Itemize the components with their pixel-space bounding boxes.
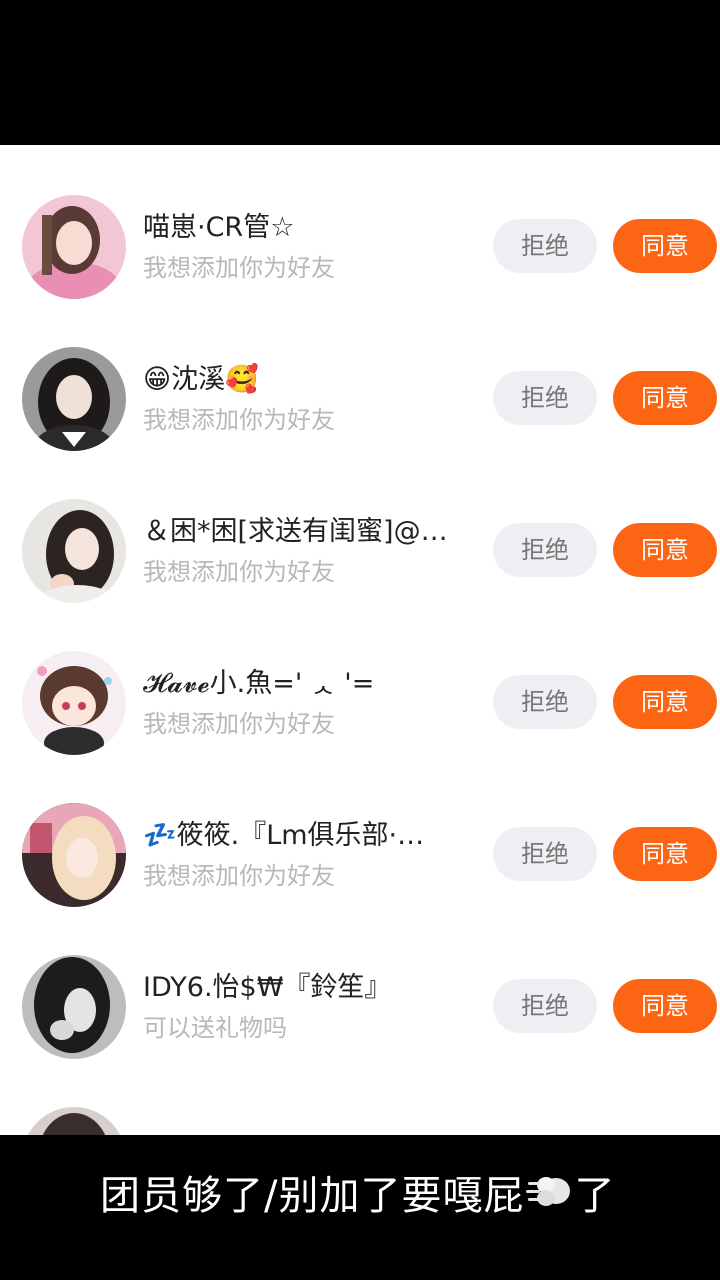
agree-button[interactable]: 同意: [613, 371, 717, 425]
request-message: 可以送礼物吗: [143, 1014, 287, 1042]
user-avatar[interactable]: [22, 347, 126, 451]
request-username: 😁沈溪🥰: [143, 364, 259, 395]
request-message: 我想添加你为好友: [143, 710, 335, 738]
user-avatar[interactable]: [22, 1107, 126, 1135]
top-black-bar: [0, 0, 720, 145]
caption-text: 团员够了/别加了要嘎屁: [100, 1173, 525, 1219]
friend-request-row: 😁沈溪🥰 我想添加你为好友 拒绝 同意: [0, 347, 720, 499]
request-message: 我想添加你为好友: [143, 406, 335, 434]
video-caption-bar: 团员够了/别加了要嘎屁 了: [0, 1135, 720, 1280]
request-message: 我想添加你为好友: [143, 254, 335, 282]
dash-puff-icon: [526, 1167, 572, 1229]
video-caption: 团员够了/别加了要嘎屁 了: [100, 1165, 615, 1229]
reject-button[interactable]: 拒绝: [493, 675, 597, 729]
caption-text-end: 了: [574, 1173, 616, 1219]
reject-button[interactable]: 拒绝: [493, 371, 597, 425]
friend-request-row: IDY6.怡$₩『鈴笙』 可以送礼物吗 拒绝 同意: [0, 955, 720, 1107]
agree-button[interactable]: 同意: [613, 979, 717, 1033]
request-username: ＆困*困[求送有闺蜜]@…: [143, 516, 448, 547]
user-avatar[interactable]: [22, 803, 126, 907]
request-message: 我想添加你为好友: [143, 558, 335, 586]
agree-button[interactable]: 同意: [613, 523, 717, 577]
friend-request-row: 𝓗𝓪𝓿𝓮小.魚=' ᆺ '= 我想添加你为好友 拒绝 同意: [0, 651, 720, 803]
reject-button[interactable]: 拒绝: [493, 827, 597, 881]
request-username: IDY6.怡$₩『鈴笙』: [143, 972, 392, 1003]
user-avatar[interactable]: [22, 499, 126, 603]
reject-button[interactable]: 拒绝: [493, 219, 597, 273]
reject-button[interactable]: 拒绝: [493, 979, 597, 1033]
request-username: 𝓗𝓪𝓿𝓮小.魚=' ᆺ '=: [143, 668, 375, 699]
request-message: 我想添加你为好友: [143, 862, 335, 890]
reject-button[interactable]: 拒绝: [493, 523, 597, 577]
friend-request-row: 喵崽·CR管☆ 我想添加你为好友 拒绝 同意: [0, 195, 720, 347]
friend-request-row: 💤筱筱.『Lm俱乐部·… 我想添加你为好友 拒绝 同意: [0, 803, 720, 955]
friend-request-list: 喵崽·CR管☆ 我想添加你为好友 拒绝 同意 😁沈溪🥰 我想添加你为好友 拒绝 …: [0, 145, 720, 1135]
user-avatar[interactable]: [22, 955, 126, 1059]
user-avatar[interactable]: [22, 195, 126, 299]
agree-button[interactable]: 同意: [613, 675, 717, 729]
agree-button[interactable]: 同意: [613, 219, 717, 273]
agree-button[interactable]: 同意: [613, 827, 717, 881]
friend-request-row: ＆困*困[求送有闺蜜]@… 我想添加你为好友 拒绝 同意: [0, 499, 720, 651]
friend-request-row: [0, 1107, 720, 1135]
request-username: 喵崽·CR管☆: [143, 212, 295, 243]
user-avatar[interactable]: [22, 651, 126, 755]
request-username: 💤筱筱.『Lm俱乐部·…: [143, 820, 425, 851]
